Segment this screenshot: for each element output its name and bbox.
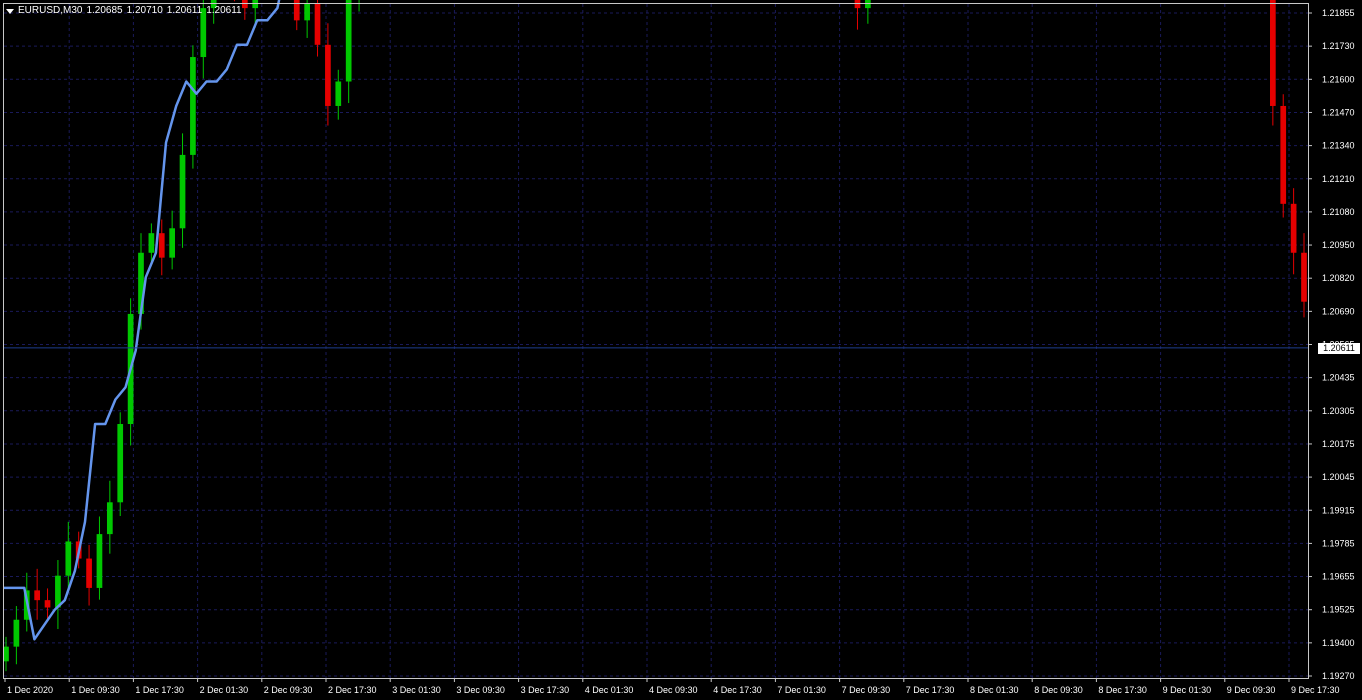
- high-value: 1.20710: [126, 5, 163, 16]
- x-tick-label: 9 Dec 17:30: [1291, 685, 1340, 695]
- y-tick-label: 1.21340: [1322, 141, 1355, 151]
- x-tick-label: 3 Dec 17:30: [521, 685, 570, 695]
- x-tick-label: 8 Dec 01:30: [970, 685, 1019, 695]
- y-tick-label: 1.21855: [1322, 8, 1355, 18]
- y-tick-label: 1.21210: [1322, 174, 1355, 184]
- close-value: 1.20611: [206, 5, 242, 16]
- y-tick-label: 1.20045: [1322, 472, 1355, 482]
- y-tick-label: 1.19785: [1322, 538, 1355, 548]
- current-price-tag: 1.20611: [1318, 342, 1360, 354]
- x-tick-label: 8 Dec 17:30: [1098, 685, 1147, 695]
- y-tick-label: 1.20175: [1322, 439, 1355, 449]
- x-tick-label: 4 Dec 09:30: [649, 685, 698, 695]
- x-tick-label: 1 Dec 09:30: [71, 685, 120, 695]
- y-tick-label: 1.20950: [1322, 240, 1355, 250]
- y-tick-label: 1.19270: [1322, 671, 1355, 681]
- x-tick-label: 4 Dec 01:30: [585, 685, 634, 695]
- y-tick-label: 1.20820: [1322, 273, 1355, 283]
- y-tick-label: 1.20305: [1322, 406, 1355, 416]
- x-tick-label: 7 Dec 01:30: [777, 685, 826, 695]
- x-tick-label: 2 Dec 17:30: [328, 685, 377, 695]
- y-tick-label: 1.19915: [1322, 505, 1355, 515]
- plot-frame: [3, 3, 1309, 679]
- x-tick-label: 9 Dec 09:30: [1227, 685, 1276, 695]
- symbol-label: EURUSD,M30: [18, 5, 83, 16]
- chart-window[interactable]: 1.21855 1.21730 1.21600 1.21470 1.21340 1.212…: [0, 0, 1362, 700]
- open-value: 1.20685: [86, 5, 123, 16]
- x-tick-label: 1 Dec 17:30: [135, 685, 184, 695]
- x-tick-label: 7 Dec 09:30: [842, 685, 891, 695]
- x-tick-label: 1 Dec 2020: [7, 685, 53, 695]
- y-tick-label: 1.21470: [1322, 107, 1355, 117]
- low-value: 1.20611: [166, 5, 203, 16]
- y-tick-label: 1.20690: [1322, 306, 1355, 316]
- dropdown-triangle-icon[interactable]: [6, 8, 14, 14]
- y-tick-label: 1.19400: [1322, 638, 1355, 648]
- x-tick-label: 2 Dec 09:30: [264, 685, 313, 695]
- x-tick-label: 3 Dec 09:30: [456, 685, 505, 695]
- x-tick-label: 9 Dec 01:30: [1163, 685, 1212, 695]
- y-tick-label: 1.21730: [1322, 41, 1355, 51]
- x-tick-label: 3 Dec 01:30: [392, 685, 441, 695]
- y-tick-label: 1.21080: [1322, 207, 1355, 217]
- y-tick-label: 1.21600: [1322, 74, 1355, 84]
- y-tick-label: 1.19655: [1322, 572, 1355, 582]
- y-tick-label: 1.19525: [1322, 605, 1355, 615]
- chart-header: EURUSD,M30 1.20685 1.20710 1.20611 1.206…: [6, 5, 246, 17]
- x-tick-label: 8 Dec 09:30: [1034, 685, 1083, 695]
- x-tick-label: 2 Dec 01:30: [200, 685, 249, 695]
- y-tick-label: 1.20435: [1322, 373, 1355, 383]
- x-tick-label: 7 Dec 17:30: [906, 685, 955, 695]
- x-tick-label: 4 Dec 17:30: [713, 685, 762, 695]
